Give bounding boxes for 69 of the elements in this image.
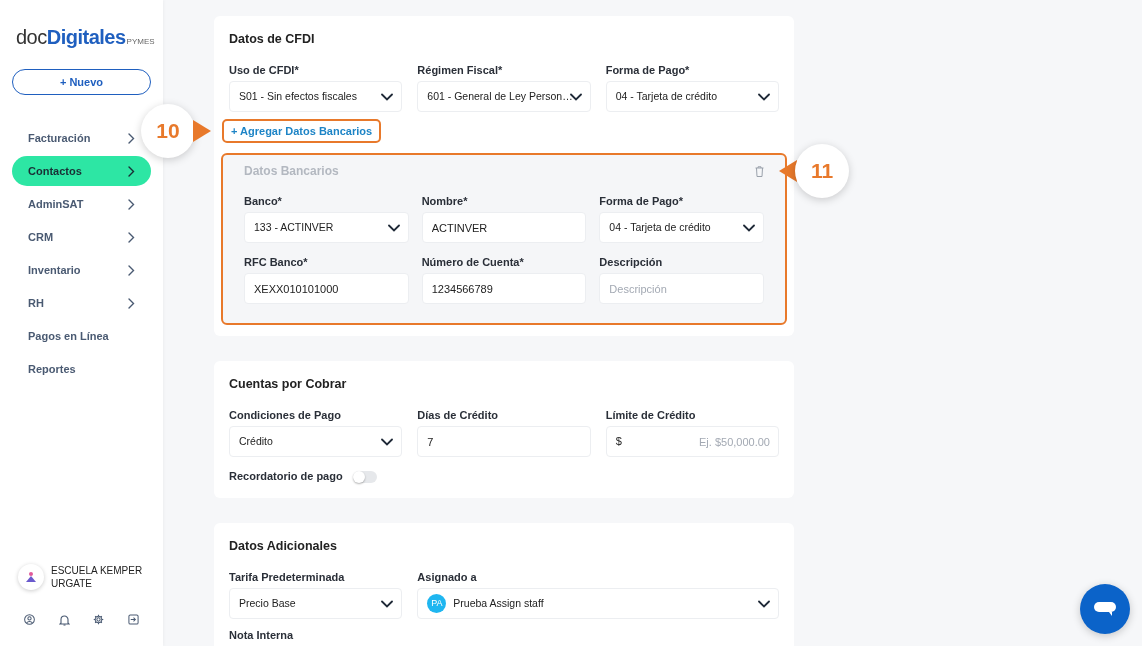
field-label: Condiciones de Pago: [229, 408, 342, 420]
field-label: Nombre*: [421, 194, 469, 206]
section-title: Cuentas por Cobrar: [229, 376, 348, 392]
toggle-label: Recordatorio de pago: [229, 469, 343, 485]
money-field[interactable]: $ Ej. $50,000.00: [605, 426, 779, 457]
sidebar-item[interactable]: CRM: [12, 222, 151, 252]
section-title: Datos de CFDI: [229, 31, 316, 47]
chevron-right-icon: [128, 198, 135, 210]
logo: docDigitalesPYMES: [16, 25, 156, 50]
field-label: Nota Interna: [229, 629, 295, 641]
sidebar-item[interactable]: RH: [12, 288, 151, 318]
select-field[interactable]: Crédito: [229, 426, 403, 457]
chevron-down-icon: [381, 437, 394, 446]
sidebar-item[interactable]: Reportes: [12, 354, 151, 384]
chat-bubble-icon: [1093, 601, 1117, 617]
input-field[interactable]: XEXX010101000: [244, 273, 409, 304]
panel-title: Datos Bancarios: [244, 163, 339, 179]
add-bank-link[interactable]: + Agregar Datos Bancarios: [222, 119, 382, 143]
chevron-right-icon: [128, 165, 135, 177]
field-label: Forma de Pago*: [599, 194, 685, 206]
avatar: PA: [427, 594, 447, 613]
credit-limit-input[interactable]: Ej. $50,000.00: [621, 427, 778, 456]
chevron-down-icon: [743, 223, 755, 232]
field-label: RFC Banco*: [244, 255, 309, 267]
bell-icon[interactable]: [58, 614, 70, 626]
logout-icon[interactable]: [127, 614, 139, 625]
chevron-down-icon: [758, 599, 770, 608]
field-label: Límite de Crédito: [605, 408, 697, 420]
field-label: Tarifa Predeterminada: [229, 570, 346, 582]
select-field[interactable]: 601 - General de Ley Person…: [417, 81, 591, 112]
field-label: Uso de CFDI*: [229, 63, 300, 75]
select-field[interactable]: 04 - Tarjeta de crédito: [605, 81, 779, 112]
toggle-switch[interactable]: [352, 470, 377, 483]
chevron-right-icon: [128, 264, 135, 276]
select-field[interactable]: S01 - Sin efectos fiscales: [229, 81, 403, 112]
field-label: Régimen Fiscal*: [417, 63, 504, 75]
input-field[interactable]: Descripción: [599, 273, 764, 304]
chevron-down-icon: [387, 223, 400, 232]
chevron-down-icon: [381, 92, 394, 101]
select-field[interactable]: Precio Base: [229, 588, 403, 619]
sidebar-item[interactable]: AdminSAT: [12, 189, 151, 219]
select-field[interactable]: 04 - Tarjeta de crédito: [599, 212, 764, 243]
chevron-right-icon: [128, 297, 135, 309]
field-label: Descripción: [599, 255, 664, 267]
field-label: Asignado a: [417, 570, 478, 582]
field-label: Días de Crédito: [417, 408, 499, 420]
input-field[interactable]: 7: [417, 426, 591, 457]
chevron-down-icon: [381, 599, 394, 608]
field-label: Forma de Pago*: [605, 63, 691, 75]
chevron-down-icon: [758, 92, 770, 101]
sidebar-item[interactable]: Pagos en Línea: [12, 321, 151, 351]
step-number-tooltip: 11: [795, 144, 849, 198]
account-name: ESCUELA KEMPER URGATE: [51, 564, 144, 590]
input-field[interactable]: ACTINVER: [421, 212, 587, 243]
field-label: Banco*: [244, 194, 283, 206]
input-field[interactable]: 1234566789: [421, 273, 587, 304]
account-logo: [18, 564, 44, 590]
sidebar-item[interactable]: Inventario: [12, 255, 151, 285]
settings-icon[interactable]: [93, 614, 105, 625]
sidebar-item[interactable]: Contactos: [12, 156, 151, 186]
user-icon[interactable]: [24, 614, 35, 625]
chat-button[interactable]: [1080, 584, 1130, 634]
select-field[interactable]: 133 - ACTINVER: [244, 212, 409, 243]
section-title: Datos Adicionales: [229, 538, 338, 554]
select-field[interactable]: PA Prueba Assign staff: [417, 588, 779, 619]
pointer-arrow-icon: [193, 120, 211, 142]
chevron-right-icon: [128, 231, 135, 243]
chevron-right-icon: [128, 132, 135, 144]
field-label: Número de Cuenta*: [421, 255, 525, 267]
